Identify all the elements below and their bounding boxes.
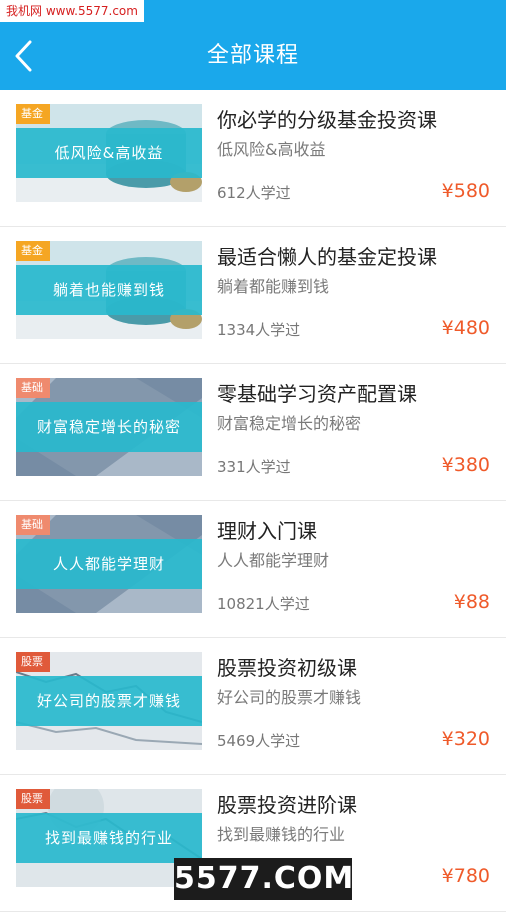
course-item[interactable]: 躺着也能赚到钱 基金 最适合懒人的基金定投课 躺着都能赚到钱 1334人学过 ¥… xyxy=(0,227,506,364)
learner-count: 331人学过 xyxy=(217,458,291,476)
watermark-top: 我机网 www.5577.com xyxy=(0,0,144,22)
course-price: ¥480 xyxy=(441,317,490,339)
thumb-caption: 低风险&高收益 xyxy=(54,144,164,162)
course-title: 最适合懒人的基金定投课 xyxy=(217,245,437,269)
course-price: ¥580 xyxy=(441,180,490,202)
course-title: 你必学的分级基金投资课 xyxy=(217,108,437,132)
course-subtitle: 低风险&高收益 xyxy=(217,140,326,159)
thumb-caption: 财富稳定增长的秘密 xyxy=(36,418,181,436)
course-title: 股票投资初级课 xyxy=(217,656,357,680)
thumb-caption: 躺着也能赚到钱 xyxy=(52,281,165,299)
course-list: 低风险&高收益 基金 你必学的分级基金投资课 低风险&高收益 612人学过 ¥5… xyxy=(0,90,506,912)
course-item[interactable]: 财富稳定增长的秘密 基础 零基础学习资产配置课 财富稳定增长的秘密 331人学过… xyxy=(0,364,506,501)
category-tag: 股票 xyxy=(16,652,50,672)
learner-count: 612人学过 xyxy=(217,184,291,202)
course-price: ¥320 xyxy=(441,728,490,750)
course-title: 零基础学习资产配置课 xyxy=(217,382,417,406)
category-tag: 股票 xyxy=(16,789,50,809)
app-header: 全部课程 xyxy=(0,22,506,90)
category-tag: 基础 xyxy=(16,515,50,535)
course-subtitle: 好公司的股票才赚钱 xyxy=(217,688,362,707)
course-item[interactable]: 低风险&高收益 基金 你必学的分级基金投资课 低风险&高收益 612人学过 ¥5… xyxy=(0,90,506,227)
course-price: ¥88 xyxy=(453,591,490,613)
page-title: 全部课程 xyxy=(206,43,299,68)
course-title: 理财入门课 xyxy=(217,519,317,543)
course-subtitle: 找到最赚钱的行业 xyxy=(217,825,346,844)
learner-count: 5469人学过 xyxy=(217,732,301,750)
category-tag: 基金 xyxy=(16,104,50,124)
course-item[interactable]: 好公司的股票才赚钱 股票 股票投资初级课 好公司的股票才赚钱 5469人学过 ¥… xyxy=(0,638,506,775)
course-subtitle: 财富稳定增长的秘密 xyxy=(217,414,362,433)
category-tag: 基础 xyxy=(16,378,50,398)
learner-count: 1334人学过 xyxy=(217,321,301,339)
category-tag: 基金 xyxy=(16,241,50,261)
learner-count: 10821人学过 xyxy=(217,595,310,613)
thumb-caption: 人人都能学理财 xyxy=(52,555,165,573)
course-subtitle: 人人都能学理财 xyxy=(217,551,330,570)
course-price: ¥780 xyxy=(441,865,490,887)
thumb-caption: 好公司的股票才赚钱 xyxy=(36,692,181,710)
course-subtitle: 躺着都能赚到钱 xyxy=(217,277,330,296)
course-title: 股票投资进阶课 xyxy=(217,793,357,817)
watermark-bottom: 5577.COM xyxy=(174,858,353,900)
thumb-caption: 找到最赚钱的行业 xyxy=(44,829,173,847)
course-item[interactable]: 人人都能学理财 基础 理财入门课 人人都能学理财 10821人学过 ¥88 xyxy=(0,501,506,638)
course-price: ¥380 xyxy=(441,454,490,476)
